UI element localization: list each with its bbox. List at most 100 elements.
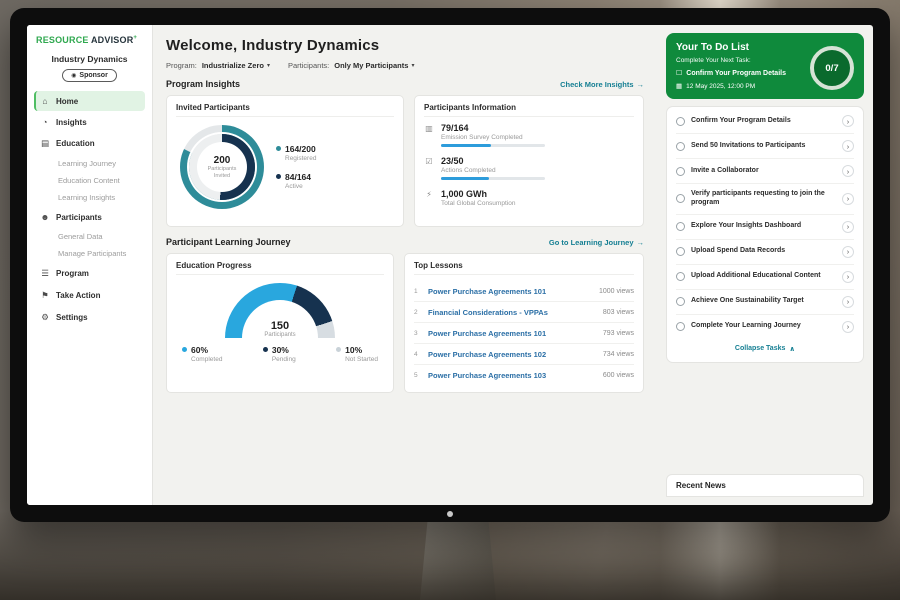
sidebar-item-settings[interactable]: ⚙ Settings [34, 307, 145, 328]
todo-summary-card: Your To Do List Complete Your Next Task:… [666, 33, 864, 99]
lesson-title-link[interactable]: Power Purchase Agreements 102 [428, 350, 597, 359]
consumption-icon: ⚡ [424, 189, 434, 210]
monitor-bezel: RESOURCE ADVISOR+ Industry Dynamics ◉ Sp… [10, 8, 890, 522]
legend-item-pending: 30% Pending [263, 345, 296, 363]
task-label: Confirm Your Program Details [691, 117, 836, 126]
go-to-learning-journey-link[interactable]: Go to Learning Journey → [549, 238, 644, 247]
task-row-explore-insights[interactable]: Explore Your Insights Dashboard › [676, 215, 854, 240]
sidebar-item-manage-participants[interactable]: Manage Participants [34, 245, 145, 262]
lesson-row[interactable]: 5 Power Purchase Agreements 103 600 view… [414, 365, 634, 385]
legend-label: Active [285, 183, 311, 190]
participants-icon: ☻ [40, 212, 50, 222]
sidebar-item-education-content[interactable]: Education Content [34, 172, 145, 189]
logo-secondary: ADVISOR [91, 35, 133, 45]
task-row-complete-learning-journey[interactable]: Complete Your Learning Journey › [676, 315, 854, 339]
program-filter-label: Program: [166, 61, 197, 70]
chevron-right-icon[interactable]: › [842, 115, 854, 127]
task-label: Send 50 Invitations to Participants [691, 142, 836, 151]
chevron-right-icon[interactable]: › [842, 321, 854, 333]
task-checkbox[interactable] [676, 297, 685, 306]
chevron-down-icon: ▾ [411, 62, 414, 69]
legend-value: 30% [272, 345, 296, 355]
legend-label: Pending [272, 356, 296, 363]
task-checkbox[interactable] [676, 247, 685, 256]
task-row-upload-spend-data[interactable]: Upload Spend Data Records › [676, 240, 854, 265]
sidebar-item-education[interactable]: ▤ Education [34, 133, 145, 154]
participants-filter-select[interactable]: Only My Participants ▾ [334, 61, 414, 70]
sidebar-item-participants[interactable]: ☻ Participants [34, 207, 145, 227]
task-checkbox[interactable] [676, 222, 685, 231]
legend-label: Completed [191, 356, 222, 363]
task-checkbox[interactable] [676, 167, 685, 176]
legend-item-active: 84/164 Active [276, 172, 316, 190]
dashboard-screen: RESOURCE ADVISOR+ Industry Dynamics ◉ Sp… [27, 25, 873, 505]
task-checkbox[interactable] [676, 272, 685, 281]
chevron-right-icon[interactable]: › [842, 140, 854, 152]
checkbox-icon[interactable]: ☐ [676, 69, 682, 77]
todo-next-task[interactable]: ☐ Confirm Your Program Details [676, 69, 816, 77]
collapse-tasks-link[interactable]: Collapse Tasks ∧ [676, 339, 854, 360]
progress-bar [441, 144, 545, 147]
lesson-rank: 5 [414, 372, 422, 379]
education-progress-card: Education Progress 150 Participants [166, 253, 394, 393]
task-row-upload-educational-content[interactable]: Upload Additional Educational Content › [676, 265, 854, 290]
sidebar-item-insights[interactable]: ◔ Insights [34, 112, 145, 132]
task-row-send-invitations[interactable]: Send 50 Invitations to Participants › [676, 134, 854, 159]
learning-journey-cards: Education Progress 150 Participants [166, 253, 644, 393]
lesson-row[interactable]: 3 Power Purchase Agreements 101 793 view… [414, 323, 634, 344]
lesson-title-link[interactable]: Power Purchase Agreements 101 [428, 287, 593, 296]
lesson-row[interactable]: 4 Power Purchase Agreements 102 734 view… [414, 344, 634, 365]
lesson-row[interactable]: 1 Power Purchase Agreements 101 1000 vie… [414, 281, 634, 302]
task-row-confirm-program[interactable]: Confirm Your Program Details › [676, 109, 854, 134]
task-checkbox[interactable] [676, 194, 685, 203]
task-label: Verify participants requesting to join t… [691, 190, 836, 208]
sidebar-item-home[interactable]: ⌂ Home [34, 91, 145, 111]
sidebar-item-learning-insights[interactable]: Learning Insights [34, 189, 145, 206]
pending-dot-icon [263, 347, 268, 352]
legend-item-completed: 60% Completed [182, 345, 222, 363]
task-checkbox[interactable] [676, 117, 685, 126]
chevron-right-icon[interactable]: › [842, 296, 854, 308]
app-logo: RESOURCE ADVISOR+ [34, 35, 145, 45]
chevron-right-icon[interactable]: › [842, 246, 854, 258]
sidebar-item-learning-journey[interactable]: Learning Journey [34, 155, 145, 172]
active-dot-icon [276, 174, 281, 179]
task-checkbox[interactable] [676, 322, 685, 331]
lesson-title-link[interactable]: Power Purchase Agreements 103 [428, 371, 597, 380]
top-lessons-card: Top Lessons 1 Power Purchase Agreements … [404, 253, 644, 393]
task-checkbox[interactable] [676, 142, 685, 151]
logo-primary: RESOURCE [36, 35, 89, 45]
lesson-row[interactable]: 2 Financial Considerations - VPPAs 803 v… [414, 302, 634, 323]
task-row-verify-participants[interactable]: Verify participants requesting to join t… [676, 184, 854, 215]
sidebar-item-take-action[interactable]: ⚑ Take Action [34, 285, 145, 306]
lesson-views: 734 views [603, 351, 634, 358]
task-row-invite-collaborator[interactable]: Invite a Collaborator › [676, 159, 854, 184]
lesson-title-link[interactable]: Financial Considerations - VPPAs [428, 308, 597, 317]
lesson-views: 793 views [603, 330, 634, 337]
insights-icon: ◔ [40, 117, 50, 127]
chevron-right-icon[interactable]: › [842, 271, 854, 283]
program-insights-section-header: Program Insights Check More Insights → [166, 79, 644, 89]
legend-value: 84/164 [285, 172, 311, 182]
task-row-achieve-target[interactable]: Achieve One Sustainability Target › [676, 290, 854, 315]
recent-news-header[interactable]: Recent News [666, 474, 864, 497]
chevron-right-icon[interactable]: › [842, 221, 854, 233]
participants-filter-value: Only My Participants [334, 61, 408, 70]
sidebar-item-program[interactable]: ☰ Program [34, 263, 145, 284]
sponsor-badge: ◉ Sponsor [62, 69, 117, 82]
chevron-right-icon[interactable]: › [842, 165, 854, 177]
chevron-down-icon: ▾ [267, 62, 270, 69]
donut-center-value: 200 [214, 155, 231, 166]
lesson-title-link[interactable]: Power Purchase Agreements 101 [428, 329, 597, 338]
todo-panel: Your To Do List Complete Your Next Task:… [657, 25, 873, 505]
stat-label: Actions Completed [441, 167, 545, 174]
sidebar-item-label: Participants [56, 213, 102, 222]
todo-progress-ring: 0/7 [810, 46, 854, 90]
chevron-right-icon[interactable]: › [842, 193, 854, 205]
check-more-insights-link[interactable]: Check More Insights → [560, 80, 644, 89]
todo-progress-value: 0/7 [825, 63, 838, 74]
program-filter-select[interactable]: Industrialize Zero ▾ [202, 61, 270, 70]
sidebar-item-general-data[interactable]: General Data [34, 228, 145, 245]
participants-filter-label: Participants: [288, 61, 329, 70]
chevron-up-icon: ∧ [789, 345, 795, 353]
